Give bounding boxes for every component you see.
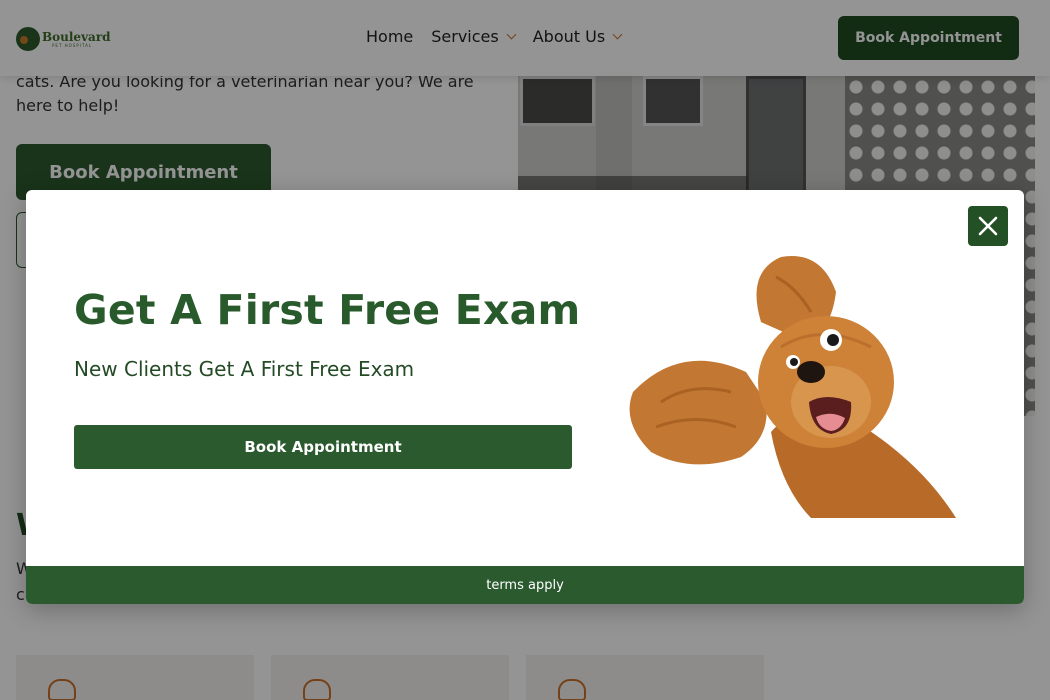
modal-title: Get A First Free Exam bbox=[74, 286, 581, 334]
terms-text: terms apply bbox=[486, 577, 564, 593]
modal-book-appointment-button[interactable]: Book Appointment bbox=[74, 425, 572, 469]
dog-image bbox=[629, 256, 956, 518]
close-button[interactable] bbox=[968, 206, 1008, 246]
modal-subtitle: New Clients Get A First Free Exam bbox=[74, 357, 415, 381]
terms-bar: terms apply bbox=[26, 566, 1024, 604]
close-icon bbox=[978, 216, 998, 236]
free-exam-modal: Get A First Free Exam New Clients Get A … bbox=[26, 190, 1024, 604]
